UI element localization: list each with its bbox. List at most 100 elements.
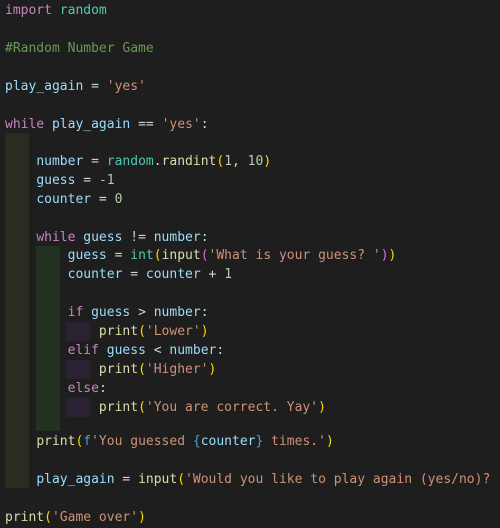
code-editor[interactable]: import random #Random Number Game play_a…: [0, 0, 500, 528]
colon: :: [200, 117, 209, 132]
operator: !=: [122, 230, 154, 245]
variable: guess: [83, 230, 123, 245]
variable: counter: [36, 192, 92, 207]
operator: =: [106, 248, 131, 263]
keyword: else: [67, 381, 99, 396]
function-name: randint: [161, 154, 217, 169]
operator: =: [114, 472, 139, 487]
string: times.': [263, 434, 326, 449]
code-line-17[interactable]: if guess > number:: [0, 303, 500, 322]
colon: :: [200, 305, 209, 320]
code-line-19[interactable]: elif guess < number:: [0, 341, 500, 360]
code-line-3[interactable]: #Random Number Game: [0, 39, 500, 58]
bracket: ): [200, 324, 209, 339]
bracket: (: [200, 248, 209, 263]
code-line-15[interactable]: counter = counter + 1: [0, 265, 500, 284]
bracket: (: [216, 154, 225, 169]
colon: :: [98, 381, 107, 396]
string: 'What is your guess? ': [208, 248, 381, 263]
string: 'Would you like to play again (yes/no)? …: [185, 472, 500, 487]
code-line-1[interactable]: import random: [0, 1, 500, 20]
function-name: input: [161, 248, 201, 263]
variable: number: [153, 230, 201, 245]
bracket: (: [153, 248, 162, 263]
fstring-prefix: f: [83, 434, 92, 449]
bracket: ): [380, 248, 389, 263]
operator: =: [83, 79, 107, 94]
bracket: ): [263, 154, 272, 169]
variable: play_again: [5, 79, 84, 94]
code-line-26[interactable]: play_again = input('Would you like to pl…: [0, 470, 500, 489]
dot: .: [153, 154, 162, 169]
operator: =: [122, 267, 146, 282]
bracket: ): [388, 248, 397, 263]
keyword: elif: [67, 343, 99, 358]
comma: ,: [232, 154, 248, 169]
bracket: ): [208, 362, 217, 377]
bracket: (: [138, 324, 146, 339]
code-line-22[interactable]: print('You are correct. Yay'): [0, 398, 500, 417]
code-line-10[interactable]: guess = -1: [0, 171, 500, 190]
code-line-9[interactable]: number = random.randint(1, 10): [0, 152, 500, 171]
bracket: ): [318, 400, 326, 415]
bracket: ): [325, 434, 334, 449]
variable: guess: [36, 173, 76, 188]
code-line-14[interactable]: guess = int(input('What is your guess? '…: [0, 246, 500, 265]
function-name: print: [98, 400, 139, 415]
operator: =: [91, 192, 115, 207]
operator: +: [200, 267, 225, 282]
function-name: print: [98, 324, 139, 339]
variable: guess: [67, 248, 107, 263]
bracket: (: [138, 362, 146, 377]
variable: counter: [145, 267, 201, 282]
function-name: int: [130, 248, 154, 263]
code-line-5[interactable]: play_again = 'yes': [0, 77, 500, 96]
code-line-28[interactable]: print('Game over'): [0, 508, 500, 527]
number: -1: [98, 173, 115, 188]
function-name: print: [5, 510, 45, 525]
string: 'You are correct. Yay': [145, 400, 319, 415]
function-name: input: [138, 472, 178, 487]
operator: =: [75, 173, 99, 188]
number: 10: [247, 154, 264, 169]
number: 1: [224, 154, 233, 169]
function-name: print: [98, 362, 139, 377]
variable: number: [36, 154, 84, 169]
variable: play_again: [36, 472, 115, 487]
operator: =: [83, 154, 107, 169]
string: 'Lower': [145, 324, 201, 339]
number: 0: [114, 192, 123, 207]
variable: guess: [106, 343, 146, 358]
code-line-7[interactable]: while play_again == 'yes':: [0, 115, 500, 134]
variable: counter: [67, 267, 123, 282]
code-line-24[interactable]: print(f'You guessed {counter} times.'): [0, 432, 500, 451]
keyword: if: [67, 305, 84, 320]
code-line-18[interactable]: print('Lower'): [0, 322, 500, 341]
keyword: while: [5, 117, 45, 132]
string: 'yes': [161, 117, 201, 132]
variable: number: [169, 343, 217, 358]
code-line-13[interactable]: while guess != number:: [0, 228, 500, 247]
colon: :: [216, 343, 225, 358]
bracket: (: [138, 400, 146, 415]
string: 'Higher': [145, 362, 209, 377]
string: 'You guessed: [91, 434, 193, 449]
bracket: (: [44, 510, 52, 525]
bracket: (: [177, 472, 186, 487]
keyword: import: [5, 3, 52, 18]
bracket: ): [138, 510, 146, 525]
operator: >: [130, 305, 154, 320]
code-line-11[interactable]: counter = 0: [0, 190, 500, 209]
keyword: while: [36, 230, 76, 245]
number: 1: [224, 267, 233, 282]
module-name: random: [106, 154, 154, 169]
fstring-brace: {: [192, 434, 201, 449]
comment: #Random Number Game: [5, 41, 154, 56]
code-line-21[interactable]: else:: [0, 379, 500, 398]
string: 'Game over': [51, 510, 139, 525]
variable: guess: [91, 305, 131, 320]
string: 'yes': [106, 79, 146, 94]
operator: <: [145, 343, 170, 358]
colon: :: [200, 230, 209, 245]
code-line-20[interactable]: print('Higher'): [0, 360, 500, 379]
